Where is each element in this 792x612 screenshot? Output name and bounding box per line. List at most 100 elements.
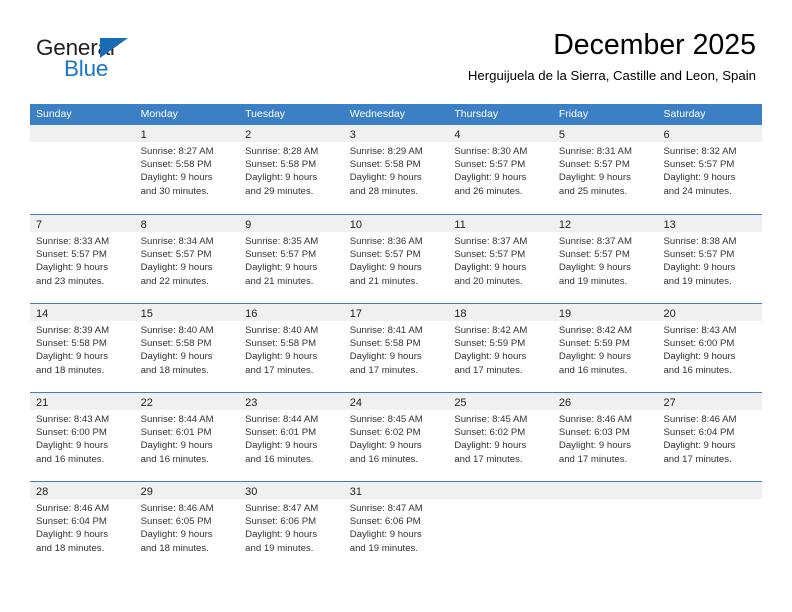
sunset-text: Sunset: 5:57 PM (245, 249, 317, 261)
calendar-day-cell[interactable]: 14 Sunrise: 8:39 AM Sunset: 5:58 PM Dayligh… (30, 304, 135, 392)
daylight-text-line2: and 24 minutes. (663, 185, 732, 197)
calendar-day-cell[interactable]: 27 Sunrise: 8:46 AM Sunset: 6:04 PM Dayligh… (657, 393, 763, 481)
daylight-text-line1: Daylight: 9 hours (558, 262, 631, 274)
calendar-day-cell[interactable]: 31 Sunrise: 8:47 AM Sunset: 6:06 PM Dayligh… (343, 482, 449, 570)
day-number-band (657, 482, 763, 499)
daylight-text-line2: and 16 minutes. (36, 453, 105, 465)
sunrise-text: Sunrise: 8:46 AM (140, 503, 214, 514)
calendar-day-cell[interactable]: 10 Sunrise: 8:36 AM Sunset: 5:57 PM Dayligh… (343, 215, 449, 303)
day-number-band: 3 (343, 125, 449, 142)
sunset-text: Sunset: 6:06 PM (349, 516, 421, 528)
day-number: 23 (245, 397, 258, 409)
day-number: 3 (349, 129, 356, 141)
calendar-day-cell[interactable]: 16 Sunrise: 8:40 AM Sunset: 5:58 PM Dayligh… (239, 304, 344, 392)
weekday-header-row: Sunday Monday Tuesday Wednesday Thursday Frid… (30, 104, 762, 125)
daylight-text-line2: and 17 minutes. (454, 453, 523, 465)
calendar-day-cell[interactable]: 17 Sunrise: 8:41 AM Sunset: 5:58 PM Dayligh… (343, 304, 449, 392)
sunrise-text: Sunrise: 8:40 AM (140, 325, 214, 336)
sunrise-text: Sunrise: 8:37 AM (454, 236, 528, 247)
calendar-day-cell[interactable]: 7 Sunrise: 8:33 AM Sunset: 5:57 PM Daylight… (30, 215, 135, 303)
day-sun-info: Sunrise: 8:46 AM Sunset: 6:03 PM Daylight:… (553, 410, 658, 466)
calendar-day-cell[interactable]: 3 Sunrise: 8:29 AM Sunset: 5:58 PM Daylight… (343, 125, 449, 214)
day-sun-info: Sunrise: 8:39 AM Sunset: 5:58 PM Daylight:… (30, 321, 135, 377)
calendar-day-cell[interactable]: 2 Sunrise: 8:28 AM Sunset: 5:58 PM Daylight… (239, 125, 344, 214)
daylight-text-line1: Daylight: 9 hours (349, 262, 422, 274)
weekday-header-sunday: Sunday (36, 108, 72, 120)
daylight-text-line1: Daylight: 9 hours (36, 529, 108, 541)
sunrise-text: Sunrise: 8:36 AM (349, 236, 423, 247)
day-number-band: 19 (552, 304, 658, 321)
calendar-day-cell[interactable]: 11 Sunrise: 8:37 AM Sunset: 5:57 PM Dayligh… (448, 215, 553, 303)
day-number: 26 (558, 397, 572, 409)
day-number-band (552, 482, 658, 499)
calendar-day-cell[interactable]: 15 Sunrise: 8:40 AM Sunset: 5:58 PM Dayligh… (134, 304, 240, 392)
sunset-text: Sunset: 5:59 PM (454, 338, 526, 350)
daylight-text-line2: and 21 minutes. (245, 275, 314, 287)
calendar-day-cell[interactable]: 13 Sunrise: 8:38 AM Sunset: 5:57 PM Dayligh… (657, 215, 763, 303)
calendar-day-cell[interactable]: 22 Sunrise: 8:44 AM Sunset: 6:01 PM Dayligh… (134, 393, 240, 481)
day-sun-info: Sunrise: 8:43 AM Sunset: 6:00 PM Daylight:… (30, 410, 135, 466)
day-number: 27 (663, 397, 676, 409)
daylight-text-line2: and 17 minutes. (663, 453, 732, 465)
day-number-band: 21 (30, 393, 135, 410)
day-sun-info: Sunrise: 8:45 AM Sunset: 6:02 PM Daylight:… (448, 410, 553, 466)
calendar-day-cell[interactable]: 26 Sunrise: 8:46 AM Sunset: 6:03 PM Dayligh… (552, 393, 658, 481)
calendar-day-cell[interactable]: 19 Sunrise: 8:42 AM Sunset: 5:59 PM Dayligh… (552, 304, 658, 392)
daylight-text-line1: Daylight: 9 hours (454, 440, 527, 452)
day-number-band: 1 (134, 125, 240, 142)
calendar-day-cell[interactable]: 8 Sunrise: 8:34 AM Sunset: 5:57 PM Daylight… (134, 215, 240, 303)
calendar-day-cell[interactable]: 9 Sunrise: 8:35 AM Sunset: 5:57 PM Daylight… (239, 215, 344, 303)
general-blue-logo[interactable]: General Blue (36, 36, 196, 86)
daylight-text-line2: and 19 minutes. (245, 542, 314, 554)
sunrise-text: Sunrise: 8:30 AM (454, 146, 528, 157)
sunset-text: Sunset: 6:05 PM (140, 516, 212, 528)
daylight-text-line2: and 23 minutes. (36, 275, 105, 287)
day-sun-info: Sunrise: 8:46 AM Sunset: 6:04 PM Daylight:… (30, 499, 135, 555)
day-number: 24 (349, 397, 362, 409)
calendar-day-cell[interactable]: 21 Sunrise: 8:43 AM Sunset: 6:00 PM Dayligh… (30, 393, 135, 481)
calendar-day-cell[interactable]: 30 Sunrise: 8:47 AM Sunset: 6:06 PM Dayligh… (239, 482, 344, 570)
calendar-day-cell[interactable]: 4 Sunrise: 8:30 AM Sunset: 5:57 PM Daylight… (448, 125, 553, 214)
sunset-text: Sunset: 5:57 PM (454, 159, 526, 171)
day-number: 10 (349, 219, 362, 231)
day-number-band: 29 (134, 482, 240, 499)
sunset-text: Sunset: 6:04 PM (663, 427, 735, 439)
calendar-day-cell[interactable]: 18 Sunrise: 8:42 AM Sunset: 5:59 PM Dayligh… (448, 304, 553, 392)
day-number: 28 (36, 486, 49, 498)
day-sun-info: Sunrise: 8:41 AM Sunset: 5:58 PM Daylight:… (344, 321, 449, 377)
sunset-text: Sunset: 6:00 PM (36, 427, 107, 439)
day-number: 21 (36, 397, 49, 409)
calendar-day-cell[interactable]: 6 Sunrise: 8:32 AM Sunset: 5:57 PM Daylight… (657, 125, 763, 214)
logo-text-blue: Blue (64, 56, 109, 81)
daylight-text-line2: and 20 minutes. (454, 275, 523, 287)
calendar-day-cell[interactable]: 12 Sunrise: 8:37 AM Sunset: 5:57 PM Dayligh… (552, 215, 658, 303)
day-number-band: 17 (343, 304, 449, 321)
page-title: December 2025 (553, 29, 756, 61)
day-number: 18 (454, 308, 467, 320)
day-number: 22 (140, 397, 153, 409)
sunrise-text: Sunrise: 8:33 AM (36, 236, 110, 247)
day-sun-info: Sunrise: 8:40 AM Sunset: 5:58 PM Daylight:… (135, 321, 240, 377)
calendar-day-cell[interactable]: 1 Sunrise: 8:27 AM Sunset: 5:58 PM Daylight… (134, 125, 240, 214)
calendar-day-cell[interactable]: 28 Sunrise: 8:46 AM Sunset: 6:04 PM Dayligh… (30, 482, 135, 570)
daylight-text-line2: and 26 minutes. (454, 185, 523, 197)
sunrise-text: Sunrise: 8:38 AM (663, 236, 737, 247)
day-sun-info: Sunrise: 8:40 AM Sunset: 5:58 PM Daylight:… (239, 321, 344, 377)
daylight-text-line2: and 16 minutes. (558, 364, 628, 376)
sunset-text: Sunset: 6:06 PM (245, 516, 317, 528)
sunrise-text: Sunrise: 8:46 AM (663, 414, 737, 425)
day-number-band: 20 (657, 304, 763, 321)
calendar-day-cell[interactable]: 29 Sunrise: 8:46 AM Sunset: 6:05 PM Dayligh… (134, 482, 240, 570)
sunrise-text: Sunrise: 8:39 AM (36, 325, 110, 336)
calendar-day-cell[interactable]: 20 Sunrise: 8:43 AM Sunset: 6:00 PM Dayligh… (657, 304, 763, 392)
sunset-text: Sunset: 5:57 PM (454, 249, 526, 261)
calendar-day-cell[interactable]: 23 Sunrise: 8:44 AM Sunset: 6:01 PM Dayligh… (239, 393, 344, 481)
sunrise-text: Sunrise: 8:27 AM (140, 146, 214, 157)
day-number-band: 27 (657, 393, 763, 410)
calendar-day-cell[interactable]: 24 Sunrise: 8:45 AM Sunset: 6:02 PM Dayligh… (343, 393, 449, 481)
daylight-text-line1: Daylight: 9 hours (245, 351, 318, 363)
sunrise-text: Sunrise: 8:41 AM (349, 325, 423, 336)
daylight-text-line1: Daylight: 9 hours (349, 440, 422, 452)
calendar-day-cell[interactable]: 25 Sunrise: 8:45 AM Sunset: 6:02 PM Dayligh… (448, 393, 553, 481)
calendar-day-cell[interactable]: 5 Sunrise: 8:31 AM Sunset: 5:57 PM Daylight… (552, 125, 658, 214)
